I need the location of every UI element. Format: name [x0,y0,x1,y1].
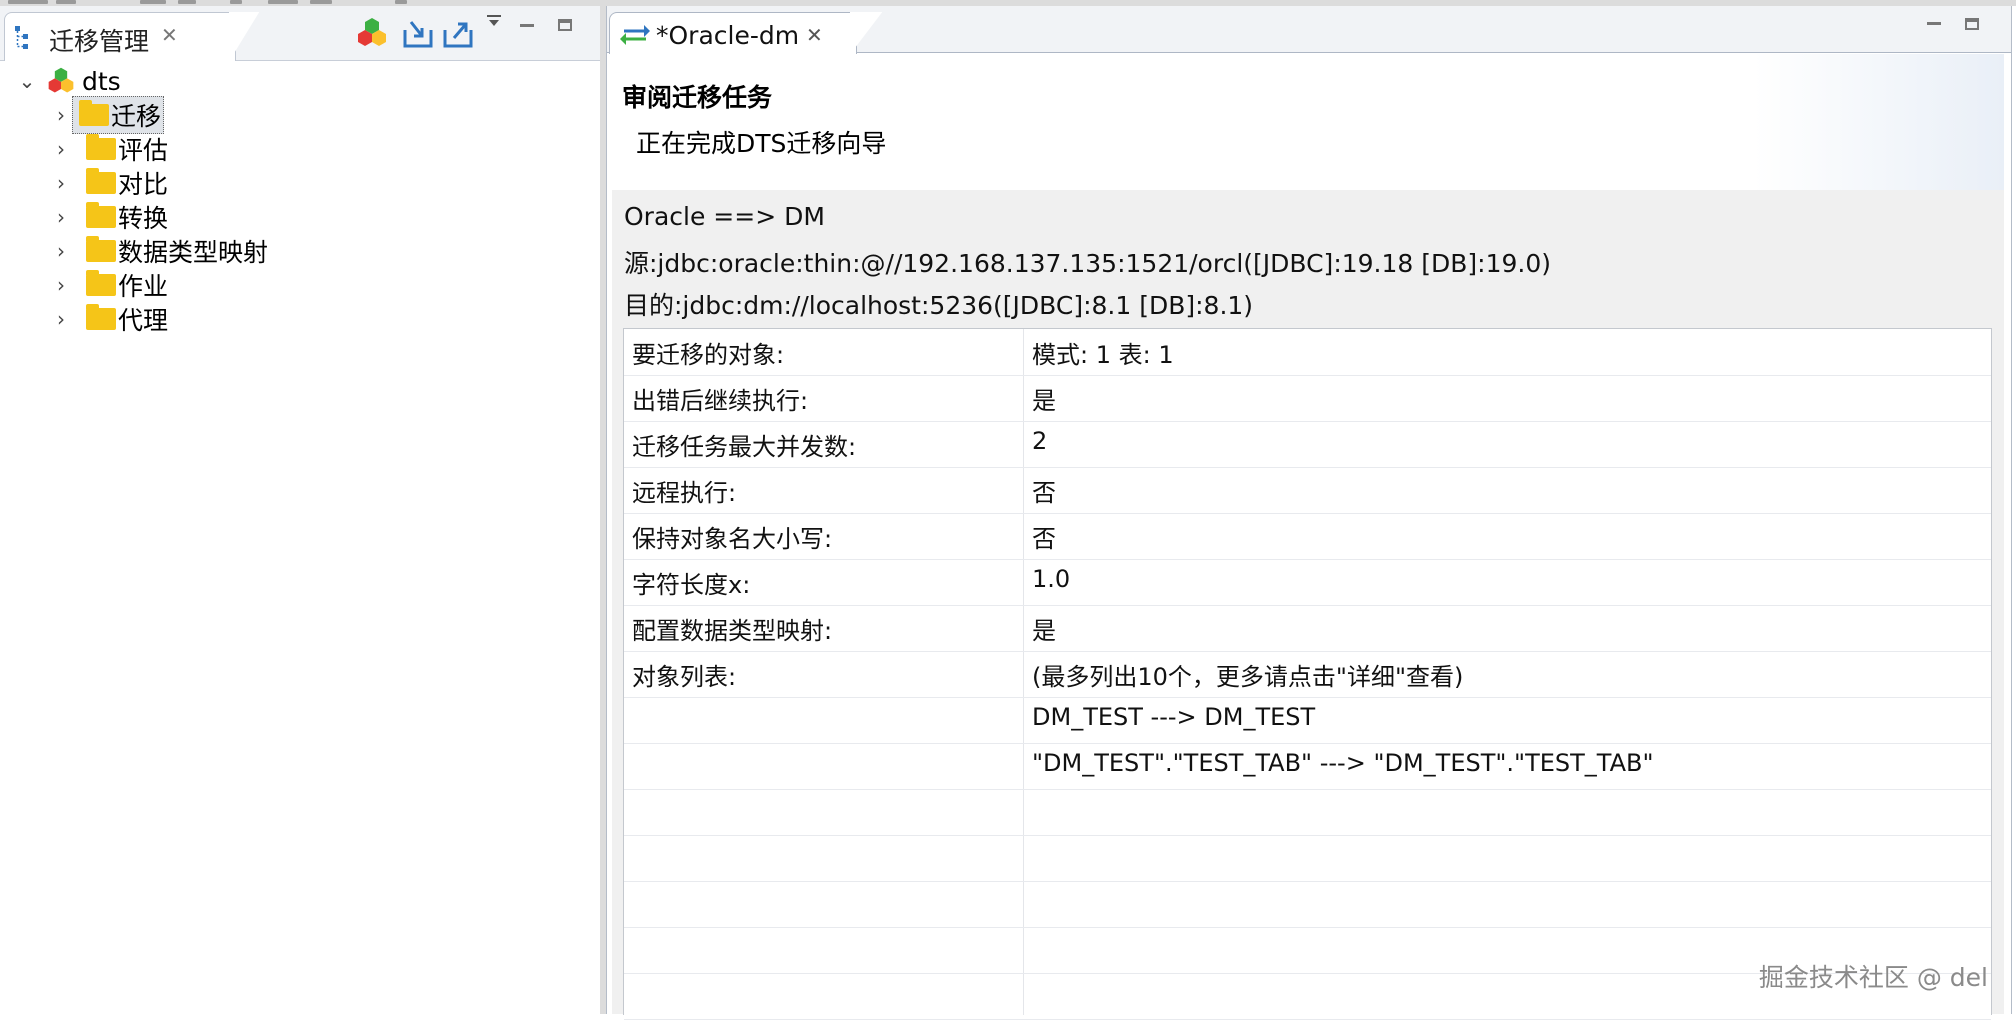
summary-table: 要迁移的对象: 模式: 1 表: 1 出错后继续执行: 是 迁移任务最大并发数:… [623,328,1992,1020]
folder-icon [86,270,116,296]
tree-label: 评估 [118,136,169,165]
table-row[interactable]: 出错后继续执行: 是 [624,375,1991,422]
tree-label: 转换 [118,204,169,233]
tree-label: 作业 [118,272,169,301]
minimize-icon[interactable] [1927,22,1941,25]
folder-icon [86,168,116,194]
tab-oracle-dm[interactable]: *Oracle-dm ✕ [609,12,882,54]
row-value: 是 [1032,387,1056,415]
table-row[interactable]: "DM_TEST"."TEST_TAB" ---> "DM_TEST"."TES… [624,743,1991,790]
tree-label: 迁移 [111,102,162,131]
swap-arrows-icon [620,25,650,45]
row-value: 模式: 1 表: 1 [1032,341,1174,369]
table-row[interactable]: 远程执行: 否 [624,467,1991,514]
export-icon[interactable] [442,16,474,50]
row-label: 配置数据类型映射: [632,617,833,645]
maximize-icon[interactable] [1965,18,1979,30]
row-value: DM_TEST ---> DM_TEST [1032,703,1316,731]
tree-item-job[interactable]: › 作业 [50,268,168,302]
chevron-right-icon[interactable]: › [50,103,72,127]
folder-icon [86,304,116,330]
row-value: (最多列出10个，更多请点击"详细"查看) [1032,663,1464,691]
row-label: 对象列表: [632,663,737,691]
folder-icon [79,100,109,126]
wizard-subtitle: 正在完成DTS迁移向导 [636,129,887,158]
view-menu-icon[interactable] [486,14,502,28]
row-value: 否 [1032,479,1056,507]
tab-migration-management[interactable]: 迁移管理 ✕ [4,12,259,61]
selection-highlight: 迁移 [72,96,165,134]
table-row[interactable]: DM_TEST ---> DM_TEST [624,697,1991,744]
left-tab-bar: 迁移管理 ✕ [0,6,600,61]
row-value: 1.0 [1032,565,1071,593]
watermark: 掘金技术社区 @ del [1758,963,1988,992]
migration-direction: Oracle ==> DM [624,202,825,231]
tree-label: 对比 [118,170,169,199]
row-label: 字符长度x: [632,571,751,599]
tab-label: *Oracle-dm [656,21,800,50]
table-row[interactable]: 保持对象名大小写: 否 [624,513,1991,560]
table-row[interactable] [624,835,1991,882]
row-value: "DM_TEST"."TEST_TAB" ---> "DM_TEST"."TES… [1032,749,1654,777]
folder-icon [86,134,116,160]
table-row[interactable]: 对象列表: (最多列出10个，更多请点击"详细"查看) [624,651,1991,698]
chevron-right-icon[interactable]: › [50,239,72,263]
tree-label: 代理 [118,306,169,335]
table-row[interactable] [624,881,1991,928]
tree-label: dts [82,66,121,96]
chevron-right-icon[interactable]: › [50,205,72,229]
wizard-title: 审阅迁移任务 [622,83,773,112]
minimize-icon[interactable] [520,24,534,27]
tree-item-evaluate[interactable]: › 评估 [50,132,168,166]
tree-nodes-icon [15,26,28,49]
table-row[interactable]: 迁移任务最大并发数: 2 [624,421,1991,468]
row-label: 保持对象名大小写: [632,525,833,553]
row-value: 是 [1032,617,1056,645]
tree-item-convert[interactable]: › 转换 [50,200,168,234]
chevron-right-icon[interactable]: › [50,137,72,161]
tree-item-datatype-mapping[interactable]: › 数据类型映射 [50,234,268,268]
editor-tab-bar: *Oracle-dm ✕ [607,6,2011,54]
tree-node-root[interactable]: ⌄ dts [16,64,121,98]
migration-management-panel: 迁移管理 ✕ ⌄ dts › 迁移 › 评估 › 对比 › 转换 › 数据类型映… [0,6,600,1014]
chevron-right-icon[interactable]: › [50,273,72,297]
maximize-icon[interactable] [558,19,572,31]
source-connection: 源:jdbc:oracle:thin:@//192.168.137.135:15… [624,249,1552,278]
dts-cluster-icon [48,67,74,93]
close-icon[interactable]: ✕ [161,23,178,47]
close-icon[interactable]: ✕ [806,23,823,47]
table-row[interactable]: 要迁移的对象: 模式: 1 表: 1 [624,329,1991,376]
tree-item-migration[interactable]: › 迁移 [50,96,165,134]
chevron-right-icon[interactable]: › [50,307,72,331]
folder-icon [86,236,116,262]
import-icon[interactable] [402,16,434,50]
folder-icon [86,202,116,228]
row-value: 2 [1032,427,1048,455]
row-label: 要迁移的对象: [632,341,785,369]
tree-item-compare[interactable]: › 对比 [50,166,168,200]
table-row[interactable]: 配置数据类型映射: 是 [624,605,1991,652]
row-value: 否 [1032,525,1056,553]
tree-label: 数据类型映射 [118,238,269,267]
wizard-header: 审阅迁移任务 正在完成DTS迁移向导 [612,54,2004,191]
target-connection: 目的:jdbc:dm://localhost:5236([JDBC]:8.1 [… [624,291,1254,320]
row-label: 远程执行: [632,479,737,507]
row-label: 出错后继续执行: [632,387,809,415]
tab-label: 迁移管理 [49,27,150,56]
table-row[interactable] [624,789,1991,836]
chevron-down-icon[interactable]: ⌄ [16,69,38,93]
chevron-right-icon[interactable]: › [50,171,72,195]
dts-cluster-icon[interactable] [356,16,388,50]
row-label: 迁移任务最大并发数: [632,433,857,461]
table-row[interactable]: 字符长度x: 1.0 [624,559,1991,606]
tree-item-agent[interactable]: › 代理 [50,302,168,336]
